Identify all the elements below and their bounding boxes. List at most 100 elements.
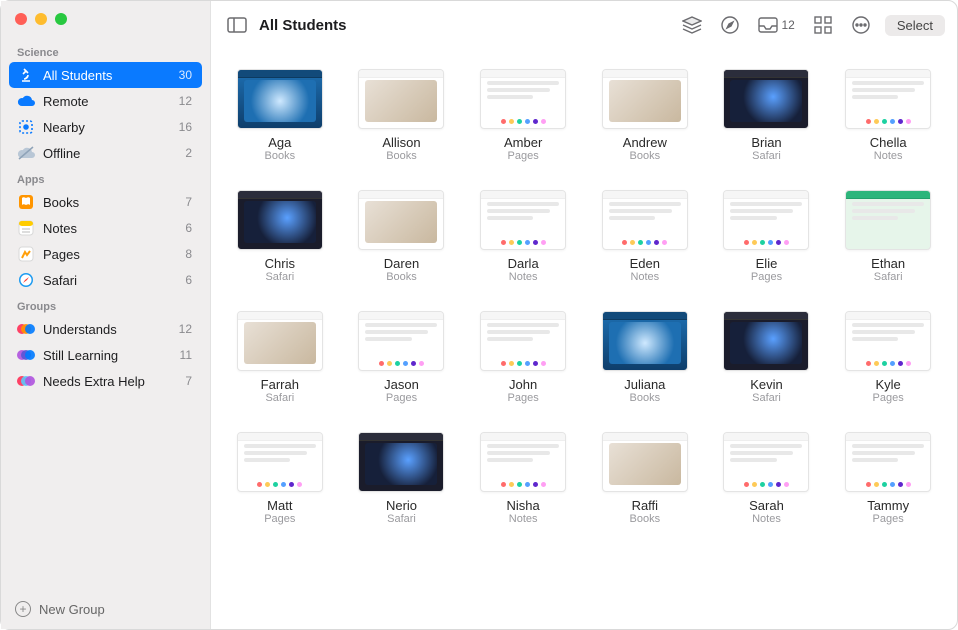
student-name: Nisha: [507, 498, 540, 513]
minimize-window-button[interactable]: [35, 13, 47, 25]
student-screen-thumbnail[interactable]: [237, 311, 323, 371]
more-icon[interactable]: [847, 11, 875, 39]
sidebar-item-books[interactable]: Books7: [9, 189, 202, 215]
student-cell[interactable]: JohnPages: [478, 311, 568, 404]
student-screen-thumbnail[interactable]: [480, 311, 566, 371]
student-active-app: Pages: [873, 513, 904, 525]
sidebar-item-nearby[interactable]: Nearby16: [9, 114, 202, 140]
sidebar-item-understands[interactable]: Understands12: [9, 316, 202, 342]
student-screen-thumbnail[interactable]: [845, 311, 931, 371]
student-screen-thumbnail[interactable]: [723, 432, 809, 492]
toolbar: All Students 12: [211, 1, 957, 49]
student-cell[interactable]: FarrahSafari: [235, 311, 325, 404]
student-active-app: Safari: [387, 513, 416, 525]
student-screen-thumbnail[interactable]: [602, 190, 688, 250]
sidebar-item-offline[interactable]: Offline2: [9, 140, 202, 166]
close-window-button[interactable]: [15, 13, 27, 25]
student-name: Tammy: [867, 498, 909, 513]
student-name: Jason: [384, 377, 419, 392]
student-screen-thumbnail[interactable]: [845, 432, 931, 492]
student-cell[interactable]: AmberPages: [478, 69, 568, 162]
student-cell[interactable]: JulianaBooks: [600, 311, 690, 404]
student-cell[interactable]: MattPages: [235, 432, 325, 525]
sidebar-item-still-learning[interactable]: Still Learning11: [9, 342, 202, 368]
student-active-app: Books: [630, 513, 661, 525]
student-cell[interactable]: TammyPages: [843, 432, 933, 525]
plus-circle-icon: +: [15, 601, 31, 617]
select-button[interactable]: Select: [885, 15, 945, 36]
student-cell[interactable]: AllisonBooks: [357, 69, 447, 162]
student-active-app: Safari: [752, 392, 781, 404]
stack-icon[interactable]: [678, 11, 706, 39]
student-screen-thumbnail[interactable]: [723, 190, 809, 250]
compass-icon[interactable]: [716, 11, 744, 39]
student-name: Ethan: [871, 256, 905, 271]
student-name: Aga: [268, 135, 291, 150]
student-screen-thumbnail[interactable]: [480, 432, 566, 492]
student-active-app: Notes: [509, 271, 538, 283]
student-name: Allison: [382, 135, 420, 150]
student-name: Amber: [504, 135, 542, 150]
inbox-button[interactable]: 12: [754, 11, 799, 39]
new-group-button[interactable]: + New Group: [1, 593, 210, 623]
student-screen-thumbnail[interactable]: [237, 432, 323, 492]
zoom-window-button[interactable]: [55, 13, 67, 25]
student-cell[interactable]: NishaNotes: [478, 432, 568, 525]
student-cell[interactable]: EliePages: [722, 190, 812, 283]
sidebar-item-remote[interactable]: Remote12: [9, 88, 202, 114]
student-cell[interactable]: AndrewBooks: [600, 69, 690, 162]
sidebar-item-count: 7: [185, 195, 192, 209]
student-active-app: Books: [630, 150, 661, 162]
student-cell[interactable]: RaffiBooks: [600, 432, 690, 525]
student-cell[interactable]: NerioSafari: [357, 432, 447, 525]
student-name: Kevin: [750, 377, 783, 392]
student-cell[interactable]: BrianSafari: [722, 69, 812, 162]
student-screen-thumbnail[interactable]: [358, 190, 444, 250]
student-screen-thumbnail[interactable]: [358, 311, 444, 371]
student-cell[interactable]: EthanSafari: [843, 190, 933, 283]
student-screen-thumbnail[interactable]: [602, 69, 688, 129]
student-screen-thumbnail[interactable]: [602, 311, 688, 371]
student-cell[interactable]: JasonPages: [357, 311, 447, 404]
student-active-app: Books: [630, 392, 661, 404]
sidebar-item-label: All Students: [43, 68, 171, 83]
sidebar-item-pages[interactable]: Pages8: [9, 241, 202, 267]
student-screen-thumbnail[interactable]: [237, 69, 323, 129]
student-screen-thumbnail[interactable]: [602, 432, 688, 492]
student-cell[interactable]: ChellaNotes: [843, 69, 933, 162]
sidebar-section-header: Apps: [9, 166, 202, 189]
student-cell[interactable]: KylePages: [843, 311, 933, 404]
student-screen-thumbnail[interactable]: [358, 69, 444, 129]
student-active-app: Notes: [509, 513, 538, 525]
student-screen-thumbnail[interactable]: [845, 190, 931, 250]
student-cell[interactable]: DarlaNotes: [478, 190, 568, 283]
sidebar-item-needs-extra-help[interactable]: Needs Extra Help7: [9, 368, 202, 394]
student-screen-thumbnail[interactable]: [237, 190, 323, 250]
student-screen-thumbnail[interactable]: [723, 311, 809, 371]
student-screen-thumbnail[interactable]: [480, 69, 566, 129]
grid-view-icon[interactable]: [809, 11, 837, 39]
student-active-app: Books: [386, 150, 417, 162]
sidebar-item-safari[interactable]: Safari6: [9, 267, 202, 293]
student-name: Elie: [756, 256, 778, 271]
student-screen-thumbnail[interactable]: [358, 432, 444, 492]
student-name: Farrah: [261, 377, 299, 392]
student-cell[interactable]: ChrisSafari: [235, 190, 325, 283]
student-screen-thumbnail[interactable]: [845, 69, 931, 129]
student-cell[interactable]: DarenBooks: [357, 190, 447, 283]
student-active-app: Pages: [873, 392, 904, 404]
sidebar-item-notes[interactable]: Notes6: [9, 215, 202, 241]
sidebar-item-label: Offline: [43, 146, 177, 161]
student-name: Chella: [870, 135, 907, 150]
student-cell[interactable]: SarahNotes: [722, 432, 812, 525]
student-screen-thumbnail[interactable]: [480, 190, 566, 250]
student-cell[interactable]: KevinSafari: [722, 311, 812, 404]
student-active-app: Safari: [265, 271, 294, 283]
student-screen-thumbnail[interactable]: [723, 69, 809, 129]
sidebar-item-all-students[interactable]: All Students30: [9, 62, 202, 88]
safari-icon: [17, 271, 35, 289]
sidebar-toggle-icon[interactable]: [223, 11, 251, 39]
student-cell[interactable]: AgaBooks: [235, 69, 325, 162]
student-name: Nerio: [386, 498, 417, 513]
student-cell[interactable]: EdenNotes: [600, 190, 690, 283]
